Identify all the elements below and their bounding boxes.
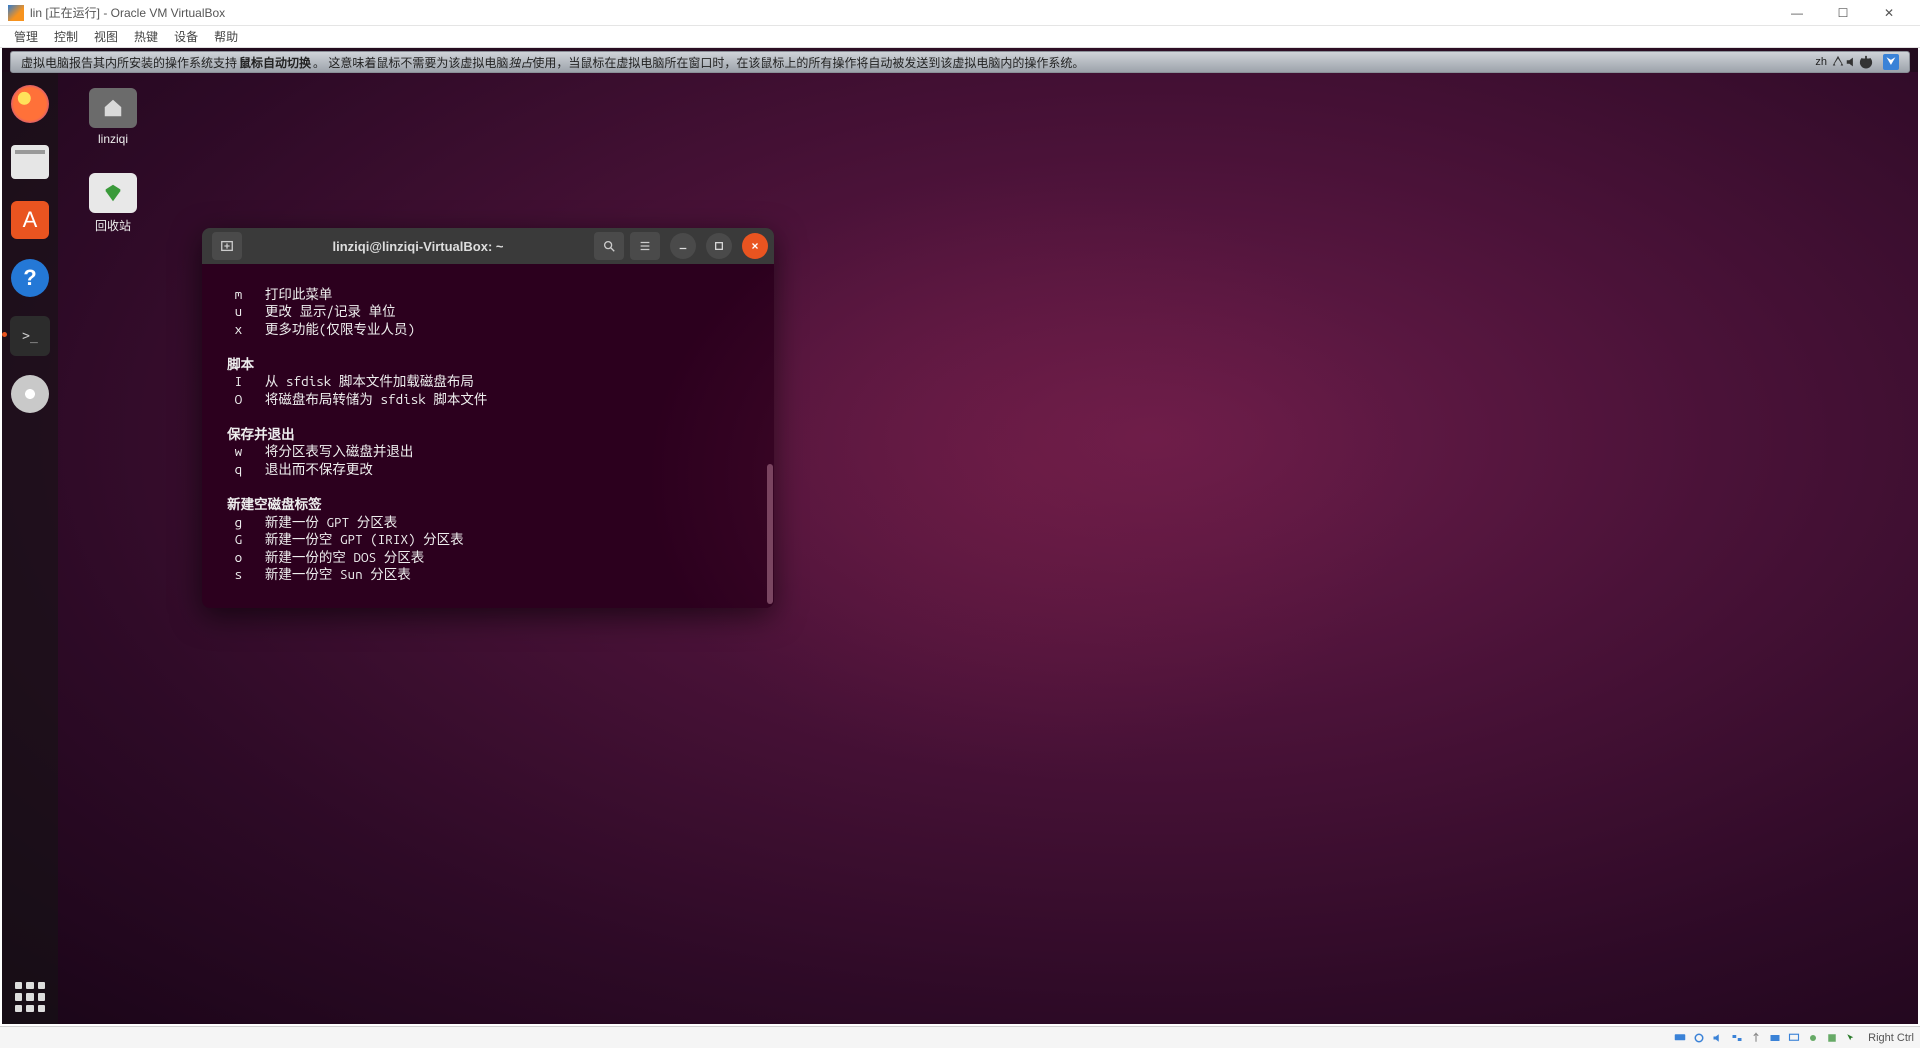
status-network-icon[interactable] [1729, 1031, 1745, 1045]
status-mouse-integration-icon[interactable] [1843, 1031, 1859, 1045]
mouse-integration-notice: 虚拟电脑报告其内所安装的操作系统支持 鼠标自动切换 。 这意味着鼠标不需要为该虚… [10, 51, 1910, 73]
status-audio-icon[interactable] [1710, 1031, 1726, 1045]
term-line: g 新建一份 GPT 分区表 [212, 514, 397, 530]
term-line: x 更多功能(仅限专业人员) [212, 321, 415, 337]
term-line: s 新建一份空 Sun 分区表 [212, 566, 411, 582]
maximize-button[interactable]: ☐ [1820, 0, 1866, 26]
terminal-title: linziqi@linziqi-VirtualBox: ~ [248, 239, 588, 254]
status-shared-folders-icon[interactable] [1767, 1031, 1783, 1045]
ubuntu-dock: A ? >_ [2, 72, 58, 1024]
term-section-header: 脚本 [212, 356, 254, 372]
menu-view[interactable]: 视图 [86, 28, 126, 45]
minimize-button[interactable]: — [1774, 0, 1820, 26]
menu-help[interactable]: 帮助 [206, 28, 246, 45]
term-line: o 新建一份的空 DOS 分区表 [212, 549, 424, 565]
term-line: O 将磁盘布局转储为 sfdisk 脚本文件 [212, 391, 487, 407]
term-section-header: 新建空磁盘标签 [212, 496, 322, 512]
terminal-maximize-button[interactable] [706, 233, 732, 259]
window-title: lin [正在运行] - Oracle VM VirtualBox [30, 4, 225, 21]
disc-icon [11, 375, 49, 413]
virtualbox-titlebar[interactable]: lin [正在运行] - Oracle VM VirtualBox — ☐ ✕ [0, 0, 1920, 26]
status-cpu-icon[interactable] [1824, 1031, 1840, 1045]
virtualbox-menubar: 管理 控制 视图 热键 设备 帮助 [0, 26, 1920, 48]
software-store-icon: A [11, 201, 49, 239]
notice-text-italic: 独占 [508, 54, 532, 71]
desktop-home-label: linziqi [78, 132, 148, 146]
terminal-close-button[interactable] [742, 233, 768, 259]
status-hdd-icon[interactable] [1672, 1031, 1688, 1045]
term-line: m 打印此菜单 [212, 286, 332, 302]
terminal-headerbar[interactable]: linziqi@linziqi-VirtualBox: ~ [202, 228, 774, 264]
status-recording-icon[interactable] [1805, 1031, 1821, 1045]
files-icon [11, 145, 49, 179]
host-key-indicator: Right Ctrl [1868, 1032, 1914, 1044]
term-section-header: 保存并退出 [212, 426, 295, 442]
desktop-home-folder[interactable]: linziqi [78, 88, 148, 146]
trash-icon [89, 173, 137, 213]
term-line: G 新建一份空 GPT (IRIX) 分区表 [212, 531, 464, 547]
terminal-minimize-button[interactable] [670, 233, 696, 259]
term-line: I 从 sfdisk 脚本文件加载磁盘布局 [212, 373, 474, 389]
notice-text-mid: 。 这意味着鼠标不需要为该虚拟电脑 [313, 54, 508, 71]
terminal-menu-button[interactable] [630, 232, 660, 260]
term-line: q 退出而不保存更改 [212, 461, 373, 477]
network-icon [1831, 55, 1845, 69]
notice-text-post: 使用，当鼠标在虚拟电脑所在窗口时，在该鼠标上的所有操作将自动被发送到该虚拟电脑内… [532, 54, 1084, 71]
desktop-trash-label: 回收站 [78, 217, 148, 234]
notice-text-bold: 鼠标自动切换 [239, 54, 311, 71]
dock-firefox[interactable] [8, 82, 52, 126]
status-usb-icon[interactable] [1748, 1031, 1764, 1045]
terminal-scrollbar[interactable] [767, 464, 773, 604]
power-icon [1859, 55, 1873, 69]
virtualbox-logo-icon [8, 5, 24, 21]
menu-control[interactable]: 控制 [46, 28, 86, 45]
home-folder-icon [89, 88, 137, 128]
menu-hotkeys[interactable]: 热键 [126, 28, 166, 45]
dock-files[interactable] [8, 140, 52, 184]
terminal-icon: >_ [10, 316, 50, 356]
help-icon: ? [11, 259, 49, 297]
firefox-icon [11, 85, 49, 123]
term-line: w 将分区表写入磁盘并退出 [212, 443, 413, 459]
menu-manage[interactable]: 管理 [6, 28, 46, 45]
status-display-icon[interactable] [1786, 1031, 1802, 1045]
notice-lang-indicator: zh [1811, 55, 1831, 69]
new-tab-button[interactable] [212, 232, 242, 260]
desktop-trash[interactable]: 回收站 [78, 173, 148, 234]
terminal-search-button[interactable] [594, 232, 624, 260]
close-button[interactable]: ✕ [1866, 0, 1912, 26]
terminal-window[interactable]: linziqi@linziqi-VirtualBox: ~ m 打印此菜单 u … [202, 228, 774, 608]
dock-disc[interactable] [8, 372, 52, 416]
volume-icon [1845, 55, 1859, 69]
dock-software[interactable]: A [8, 198, 52, 242]
terminal-output[interactable]: m 打印此菜单 u 更改 显示/记录 单位 x 更多功能(仅限专业人员) 脚本 … [202, 264, 774, 608]
term-line: u 更改 显示/记录 单位 [212, 303, 396, 319]
show-applications-button[interactable] [15, 982, 45, 1012]
dock-help[interactable]: ? [8, 256, 52, 300]
menu-devices[interactable]: 设备 [166, 28, 206, 45]
notice-text-pre: 虚拟电脑报告其内所安装的操作系统支持 [21, 54, 237, 71]
notice-dismiss-button[interactable]: ⮟ [1883, 54, 1899, 70]
virtualbox-statusbar: Right Ctrl [0, 1026, 1920, 1048]
guest-display[interactable]: 虚拟电脑报告其内所安装的操作系统支持 鼠标自动切换 。 这意味着鼠标不需要为该虚… [2, 48, 1918, 1024]
status-optical-icon[interactable] [1691, 1031, 1707, 1045]
dock-terminal[interactable]: >_ [8, 314, 52, 358]
